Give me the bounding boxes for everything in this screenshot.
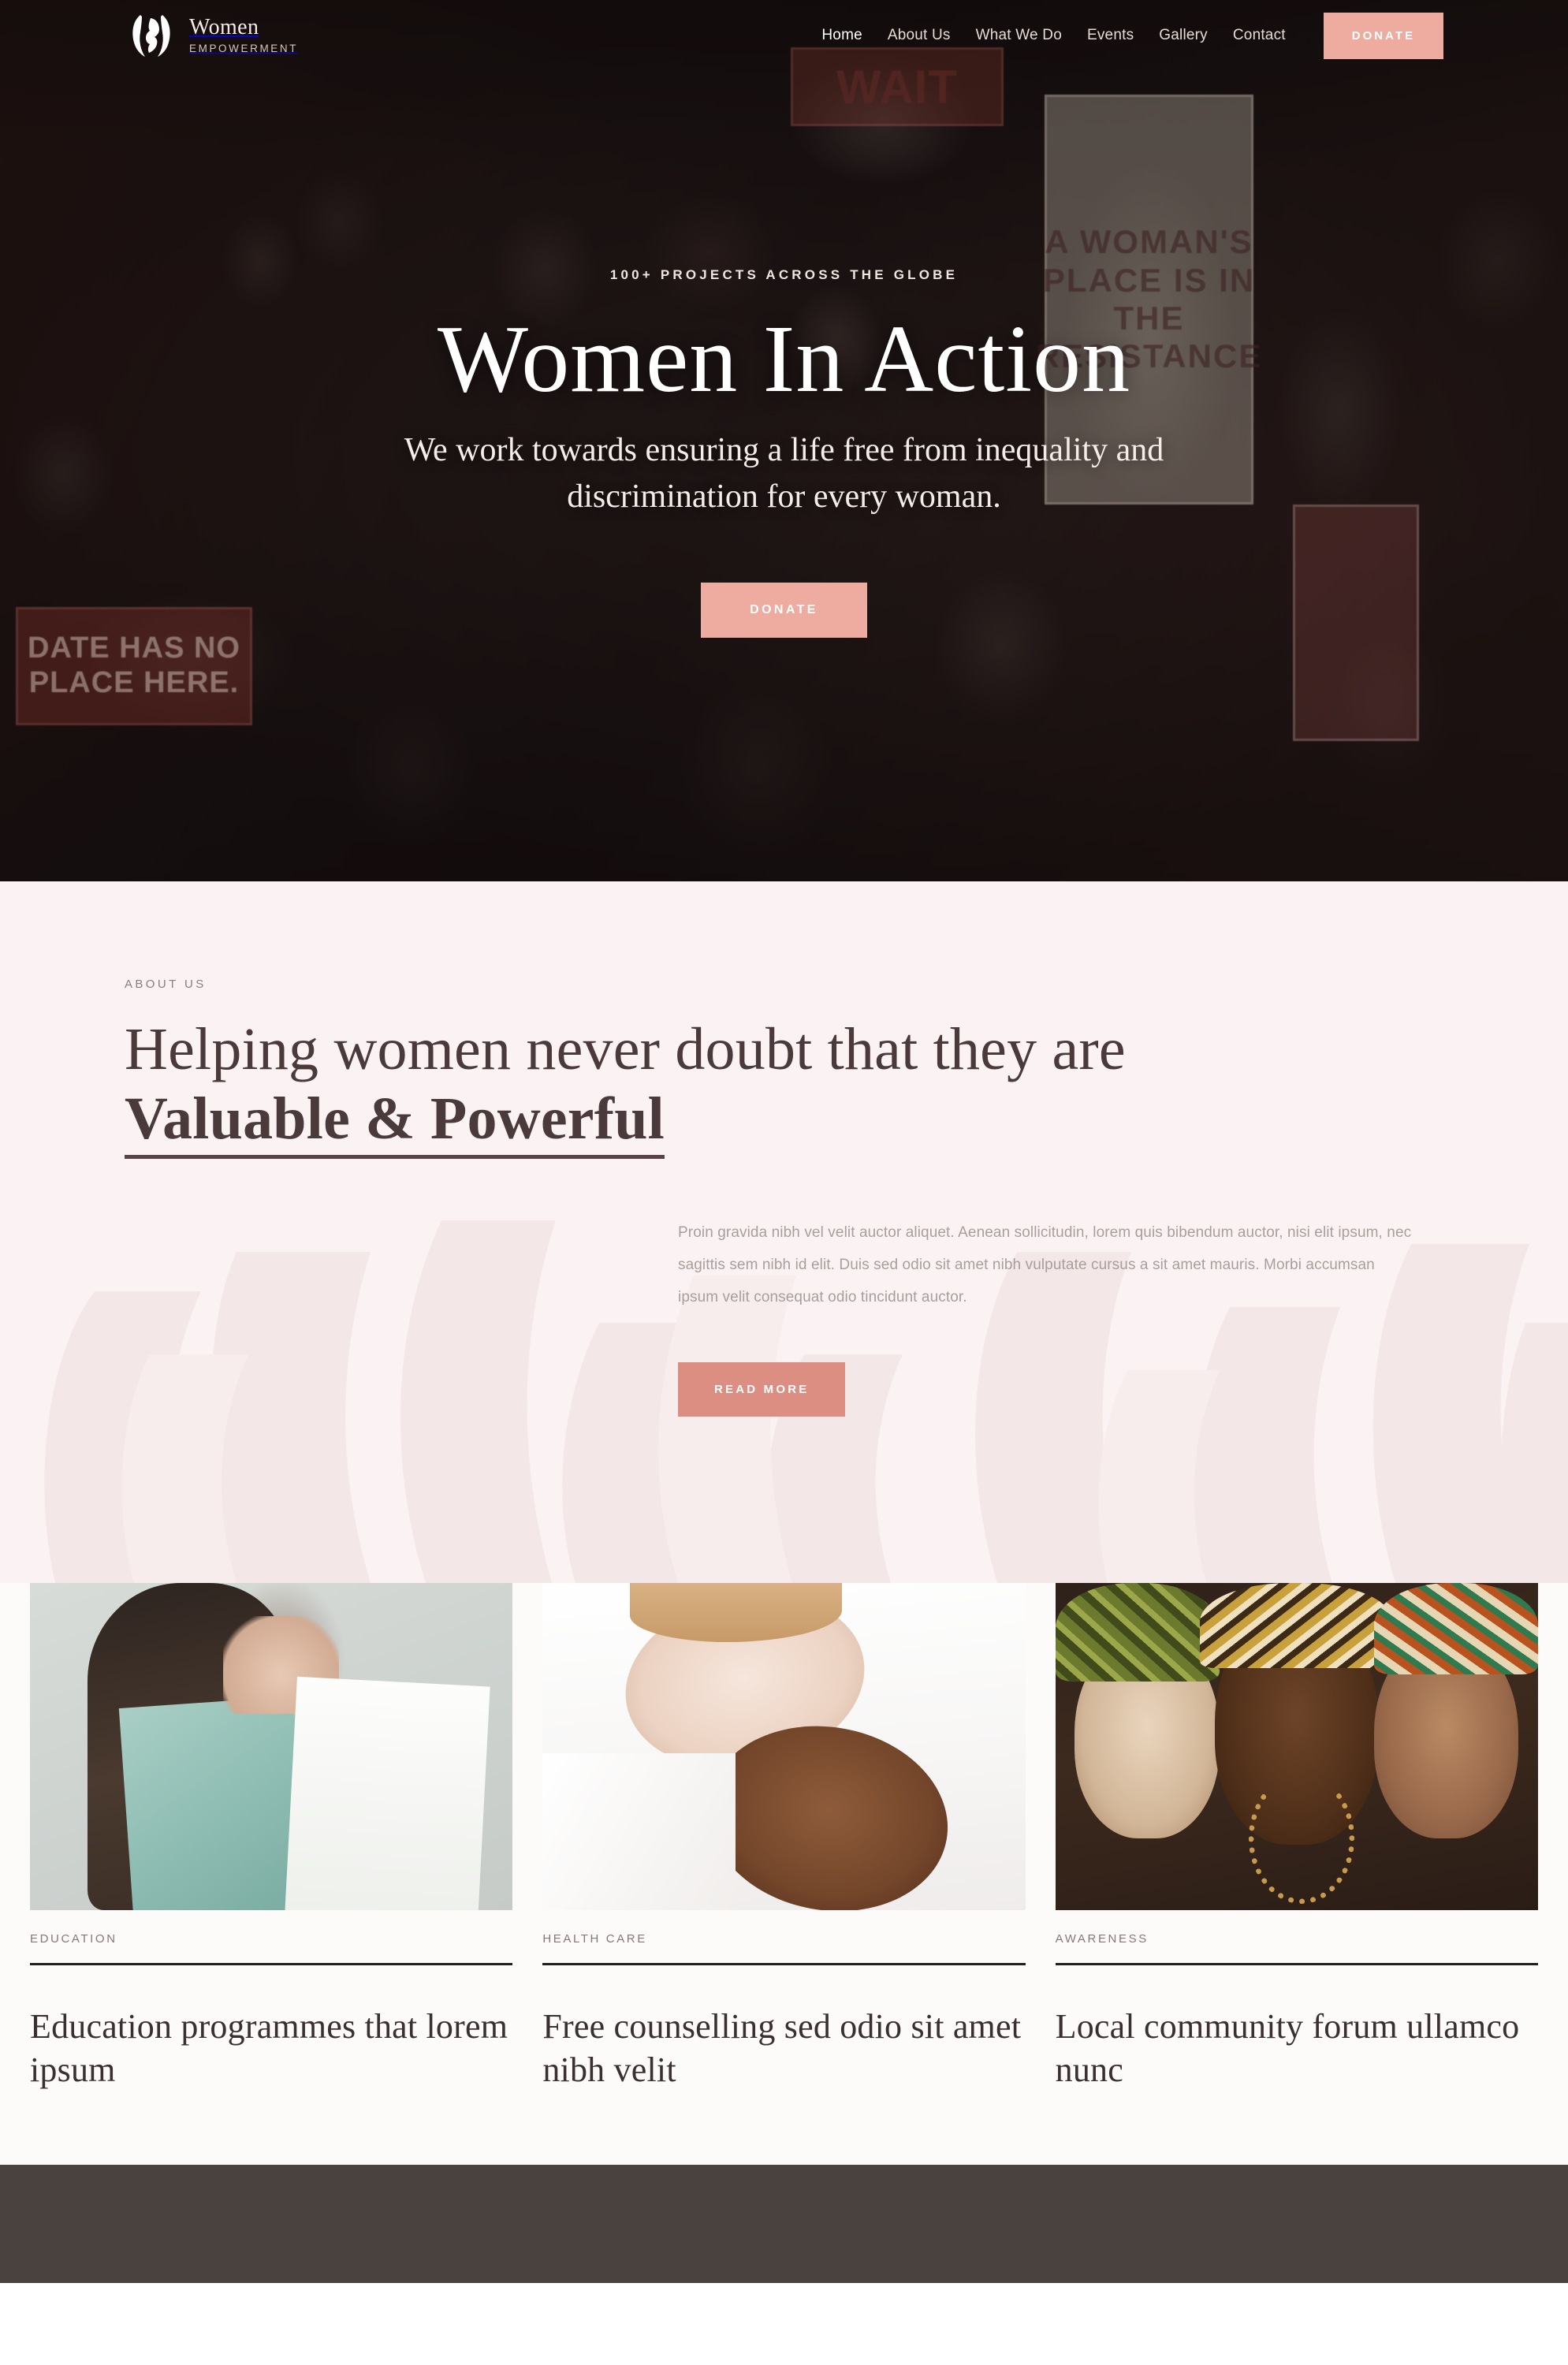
nav-item-what-we-do[interactable]: What We Do: [976, 27, 1062, 44]
nav-links: Home About Us What We Do Events Gallery …: [809, 12, 1568, 59]
card-awareness-image: [1055, 1583, 1538, 1910]
about-heading-highlight: Valuable & Powerful: [125, 1086, 665, 1160]
about-heading: Helping women never doubt that they are …: [125, 1015, 1244, 1160]
card-health-care[interactable]: HEALTH CARE Free counselling sed odio si…: [542, 1583, 1026, 2092]
woman-silhouette-crescent-icon: [125, 9, 178, 62]
hero-content: 100+ PROJECTS ACROSS THE GLOBE Women In …: [0, 0, 1568, 881]
card-awareness-divider: [1055, 1963, 1538, 1965]
card-health-care-divider: [542, 1963, 1026, 1965]
brand-subtitle: EMPOWERMENT: [189, 43, 299, 55]
card-health-care-image: [542, 1583, 1026, 1910]
card-awareness-title[interactable]: Local community forum ullamco nunc: [1056, 2005, 1538, 2092]
main-navigation: Women EMPOWERMENT Home About Us What We …: [0, 0, 1568, 71]
about-heading-lead: Helping women never doubt that they are: [125, 1016, 1126, 1082]
hero-title: Women In Action: [437, 305, 1131, 412]
about-section: ABOUT US Helping women never doubt that …: [0, 881, 1568, 1583]
hero-donate-button[interactable]: DONATE: [701, 583, 867, 639]
nav-item-gallery[interactable]: Gallery: [1159, 27, 1208, 44]
card-awareness-category: AWARENESS: [1055, 1932, 1149, 1946]
brand-title: Women: [189, 15, 259, 40]
card-health-care-title[interactable]: Free counselling sed odio sit amet nibh …: [542, 2005, 1025, 2092]
nav-item-contact[interactable]: Contact: [1233, 27, 1286, 44]
about-eyebrow: ABOUT US: [125, 978, 207, 991]
nav-item-about-us[interactable]: About Us: [888, 27, 951, 44]
nav-donate-button[interactable]: DONATE: [1323, 12, 1443, 59]
programme-cards-section: EDUCATION Education programmes that lore…: [0, 1583, 1568, 2165]
brand-logo-link[interactable]: Women EMPOWERMENT: [125, 9, 298, 62]
card-awareness[interactable]: AWARENESS Local community forum ullamco …: [1055, 1583, 1538, 2092]
about-paragraph: Proin gravida nibh vel velit auctor aliq…: [678, 1224, 1412, 1306]
nav-item-home[interactable]: Home: [821, 27, 862, 44]
read-more-button[interactable]: READ MORE: [678, 1362, 846, 1417]
nav-item-events[interactable]: Events: [1087, 27, 1134, 44]
hero-section: WAIT A WOMAN'S PLACE IS IN THE RESISTANC…: [0, 0, 1568, 881]
card-education-title[interactable]: Education programmes that lorem ipsum: [30, 2005, 512, 2092]
card-education[interactable]: EDUCATION Education programmes that lore…: [30, 1583, 513, 2092]
site-footer: [0, 2164, 1568, 2283]
card-education-category: EDUCATION: [30, 1932, 117, 1946]
card-education-divider: [30, 1963, 513, 1965]
hero-eyebrow: 100+ PROJECTS ACROSS THE GLOBE: [609, 266, 959, 282]
card-health-care-category: HEALTH CARE: [542, 1932, 647, 1946]
card-education-image: [30, 1583, 513, 1910]
hero-subtitle: We work towards ensuring a life free fro…: [404, 431, 1164, 516]
